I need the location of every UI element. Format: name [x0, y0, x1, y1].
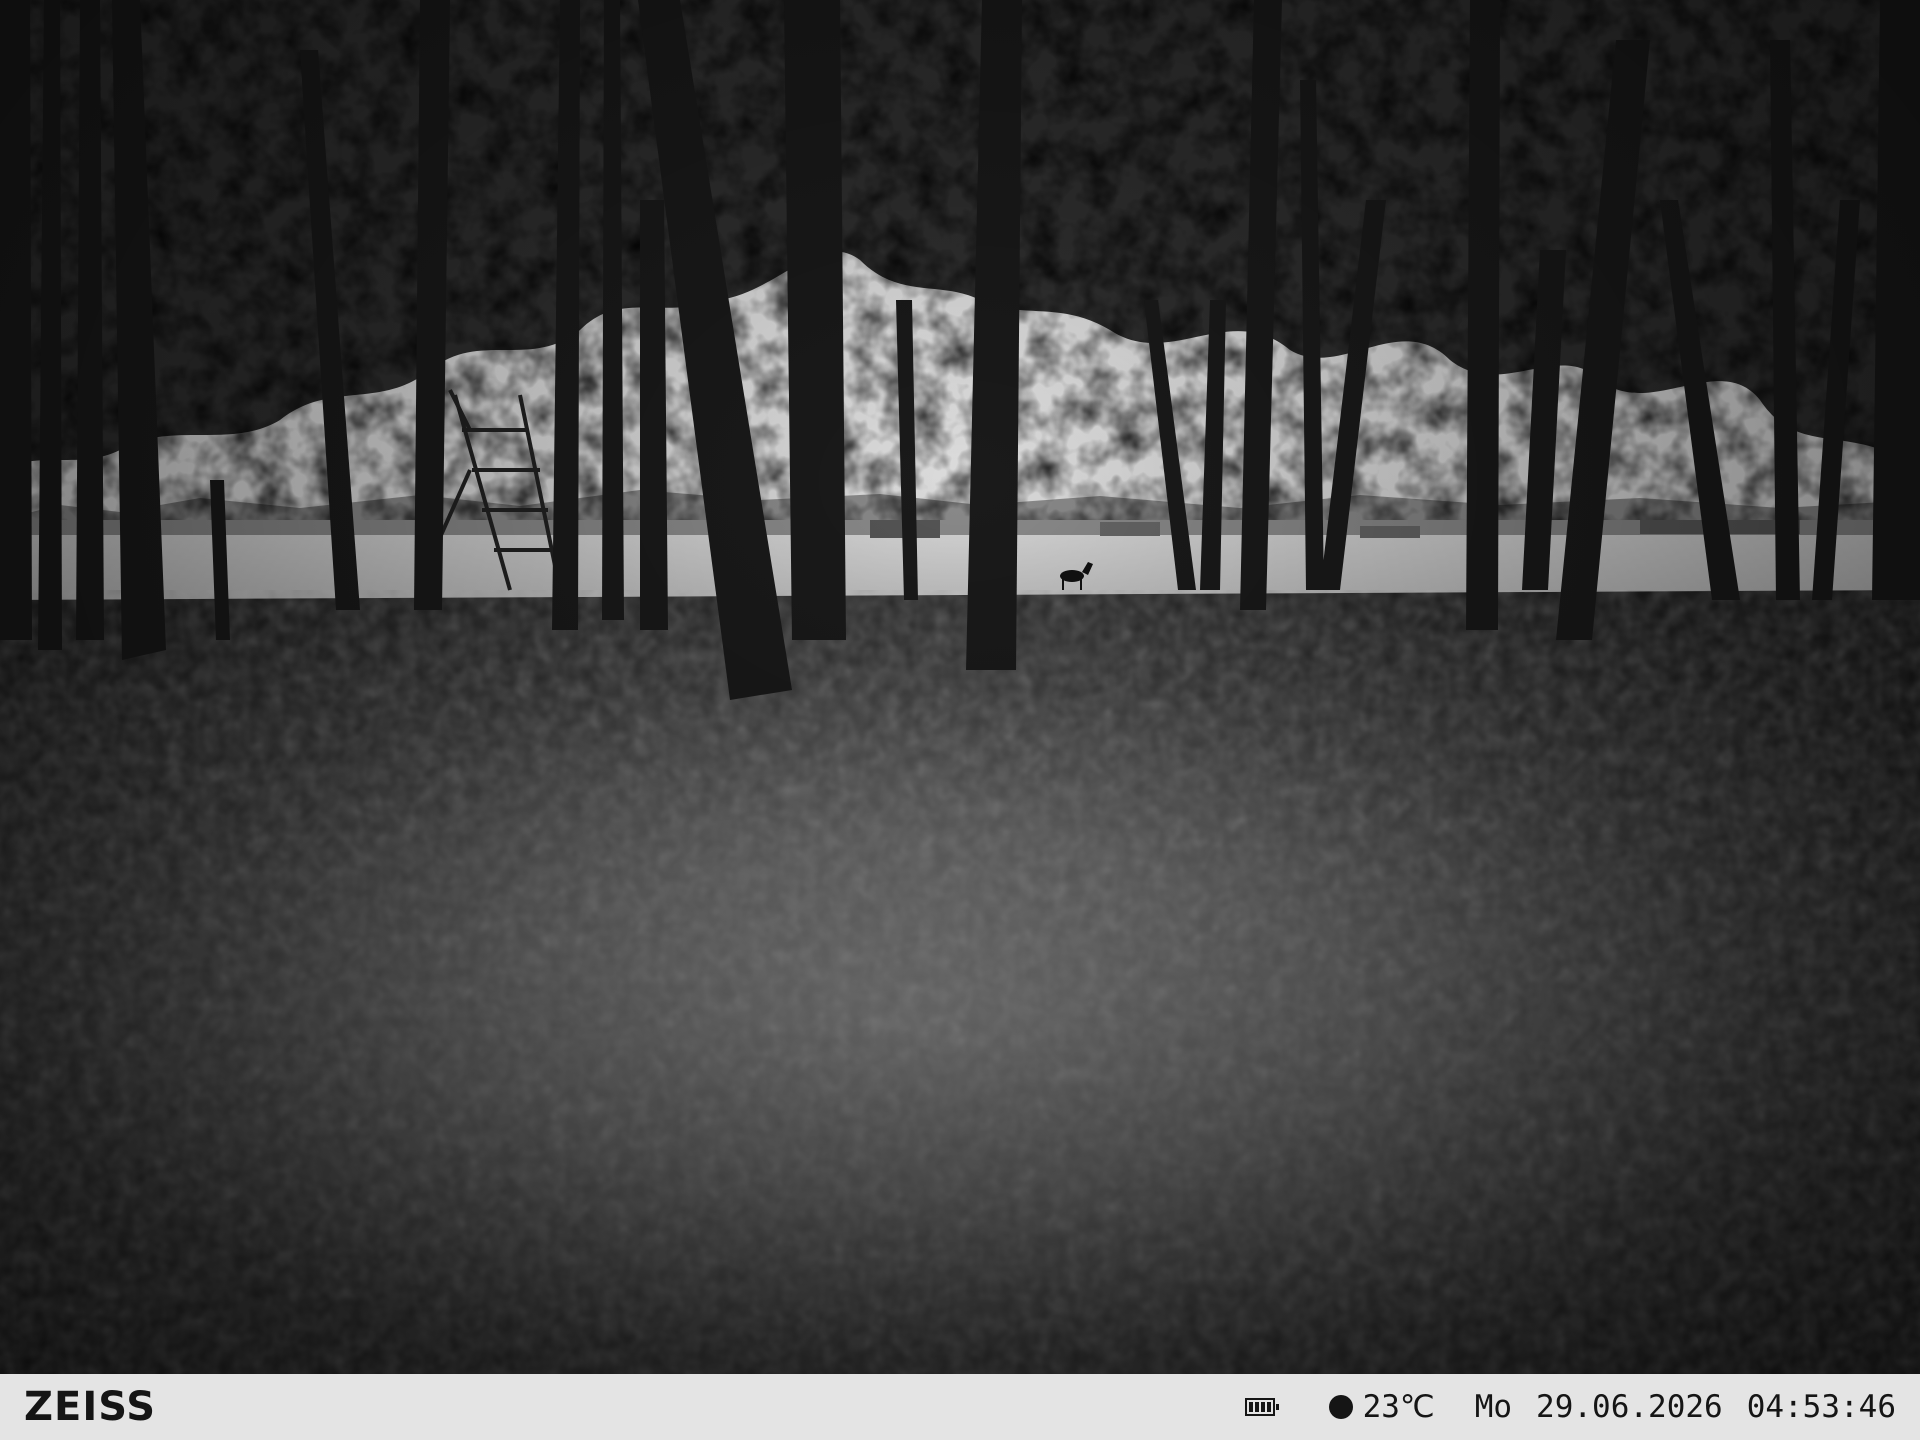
camera-status: 23℃ Mo 29.06.2026 04:53:46 [1244, 1374, 1896, 1440]
temperature-readout: 23℃ [1362, 1389, 1435, 1425]
time-readout: 04:53:46 [1746, 1389, 1896, 1425]
camera-info-bar: ZEISS 23℃ Mo 29.06.2026 04:53:46 [0, 1374, 1920, 1440]
night-infrared-forest-photo [0, 0, 1920, 1374]
forest-scene [0, 0, 1920, 1374]
weekday-readout: Mo [1474, 1389, 1513, 1425]
brand-logo: ZEISS [24, 1384, 157, 1430]
trail-camera-frame: ZEISS 23℃ Mo 29.06.2026 04:53:46 [0, 0, 1920, 1440]
date-readout: 29.06.2026 [1536, 1389, 1723, 1425]
battery-icon [1244, 1398, 1279, 1416]
vignette [0, 0, 1920, 1374]
moon-phase-icon [1328, 1395, 1353, 1419]
